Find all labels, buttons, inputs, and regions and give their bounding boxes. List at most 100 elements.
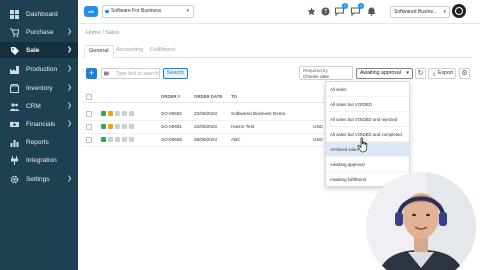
chart-icon — [9, 137, 19, 147]
export-label: Export — [438, 70, 453, 76]
dropdown-option-all-but-voided-rejected[interactable]: All sales but VOIDED and rejected — [326, 112, 409, 127]
sidebar-item-production[interactable]: Production ❯ — [0, 61, 78, 77]
chat-icon[interactable]: 1 — [334, 3, 348, 16]
star-icon[interactable] — [306, 6, 316, 16]
tab-general[interactable]: General — [84, 45, 114, 58]
sidebar-item-inventory[interactable]: Inventory ❯ — [0, 80, 78, 96]
app-logo[interactable]: sfb — [84, 6, 98, 17]
sidebar-item-integration[interactable]: Integration — [0, 152, 78, 168]
order-status-icon — [108, 137, 113, 142]
sidebar-item-dashboard[interactable]: Dashboard — [0, 6, 78, 22]
bell-icon[interactable] — [366, 6, 376, 16]
select-all-checkbox[interactable] — [86, 94, 92, 100]
order-number[interactable]: SO-00655 — [161, 137, 182, 142]
sidebar-item-label: Settings — [26, 175, 50, 183]
date-field-placeholder: Choose date — [303, 73, 330, 79]
presenter-webcam — [366, 172, 476, 270]
row-checkbox[interactable] — [86, 111, 92, 117]
sidebar-item-label: Purchase — [26, 28, 54, 36]
table-settings-button[interactable]: ⚙ — [459, 68, 470, 79]
refresh-icon: ↻ — [417, 70, 424, 77]
org-icon — [105, 10, 109, 13]
dropdown-option-all-but-voided[interactable]: All sales but VOIDED — [326, 97, 409, 112]
chevron-right-icon: ❯ — [66, 29, 72, 35]
row-status-icons — [101, 111, 134, 117]
account-selector[interactable]: Softwared Busine... ▾ — [390, 6, 450, 18]
tag-icon — [9, 45, 19, 55]
sidebar-item-reports[interactable]: Reports — [0, 134, 78, 150]
chevron-right-icon: ❯ — [66, 176, 72, 182]
tag-filter-icon[interactable] — [104, 71, 110, 76]
column-header-order-date[interactable]: ORDER DATE — [194, 94, 222, 99]
column-header-order[interactable]: ORDER # — [161, 94, 180, 99]
required-by-date-field[interactable]: Required by Choose date — [299, 66, 353, 80]
sidebar-item-sale[interactable]: Sale ❯ — [0, 42, 78, 58]
status-filter-select[interactable]: Awaiting approval ▾ — [356, 68, 413, 79]
sidebar-item-financials[interactable]: Financials ❯ — [0, 116, 78, 132]
sidebar-item-label: Financials — [26, 120, 56, 128]
search-button[interactable]: Search — [163, 68, 188, 79]
customer-name: ABC — [231, 137, 241, 142]
plug-icon — [9, 155, 19, 165]
row-checkbox[interactable] — [86, 124, 92, 130]
chevron-right-icon: ❯ — [66, 103, 72, 109]
gear-icon — [9, 174, 19, 184]
sidebar: Dashboard Purchase ❯ Sale ❯ Production ❯… — [0, 0, 78, 270]
factory-icon — [9, 64, 19, 74]
customer-name: Softwared Business Demo — [231, 111, 286, 116]
organization-selector[interactable]: Software For Business ▾ — [102, 5, 194, 18]
row-status-icons — [101, 137, 134, 143]
table-row[interactable]: SO-00681 22/09/2023 Hanno Test USD — [82, 121, 327, 134]
shipping-status-icon — [129, 124, 134, 129]
money-icon — [9, 119, 19, 129]
chevron-down-icon: ▾ — [186, 8, 189, 14]
cart-icon — [9, 27, 19, 37]
chevron-right-icon: ❯ — [66, 85, 72, 91]
quote-status-icon — [101, 111, 106, 116]
dropdown-option-all-sales[interactable]: All sales — [326, 82, 409, 97]
payment-status-icon — [122, 137, 127, 142]
sidebar-item-purchase[interactable]: Purchase ❯ — [0, 24, 78, 40]
invoice-status-icon — [115, 111, 120, 116]
notification-badge: 1 — [358, 3, 364, 9]
breadcrumb[interactable]: Home / Sales — [86, 30, 119, 36]
order-number[interactable]: SO-00681 — [161, 124, 182, 129]
sidebar-item-settings[interactable]: Settings ❯ — [0, 171, 78, 187]
add-sale-button[interactable]: + — [86, 68, 97, 79]
people-icon — [9, 101, 19, 111]
row-checkbox[interactable] — [86, 137, 92, 143]
dashboard-icon — [9, 9, 19, 19]
status-filter-dropdown: All sales All sales but VOIDED All sales… — [325, 81, 410, 187]
column-header-to[interactable]: TO — [231, 94, 237, 99]
chevron-down-icon: ▾ — [443, 9, 446, 15]
payment-status-icon — [122, 124, 127, 129]
table-row[interactable]: SO-00682 22/09/2023 Softwared Business D… — [82, 108, 327, 121]
shipping-status-icon — [129, 137, 134, 142]
hand-cursor-icon — [357, 137, 368, 153]
export-button[interactable]: ⇪ Export — [428, 68, 456, 79]
quote-status-icon — [101, 137, 106, 142]
box-icon — [9, 83, 19, 93]
sidebar-item-label: Reports — [26, 138, 49, 146]
messages-icon[interactable]: 1 — [350, 3, 364, 16]
quote-status-icon — [101, 124, 106, 129]
order-date: 09/09/2023 — [194, 137, 217, 142]
chevron-down-icon: ❯ — [66, 47, 72, 53]
sidebar-item-label: Dashboard — [26, 10, 58, 18]
tab-fulfillment[interactable]: Fulfillment — [146, 45, 179, 58]
help-icon[interactable]: ? — [320, 6, 330, 16]
order-number[interactable]: SO-00682 — [161, 111, 182, 116]
user-avatar-button[interactable] — [452, 4, 466, 18]
sidebar-item-label: Integration — [26, 156, 57, 164]
dropdown-option-awaiting-approval[interactable]: Awaiting approval — [326, 157, 409, 172]
sidebar-item-label: Sale — [26, 46, 40, 54]
refresh-button[interactable]: ↻ — [415, 68, 426, 79]
sidebar-item-crm[interactable]: CRM ❯ — [0, 98, 78, 114]
chevron-down-icon: ▾ — [406, 70, 409, 76]
tab-accounting[interactable]: Accounting — [112, 45, 147, 58]
status-filter-value: Awaiting approval — [360, 70, 401, 76]
customer-name: Hanno Test — [231, 124, 255, 129]
top-bar: sfb Software For Business ▾ ? 1 1 Softwa… — [78, 0, 480, 24]
invoice-status-icon — [115, 137, 120, 142]
table-row[interactable]: SO-00655 09/09/2023 ABC USD — [82, 134, 327, 147]
